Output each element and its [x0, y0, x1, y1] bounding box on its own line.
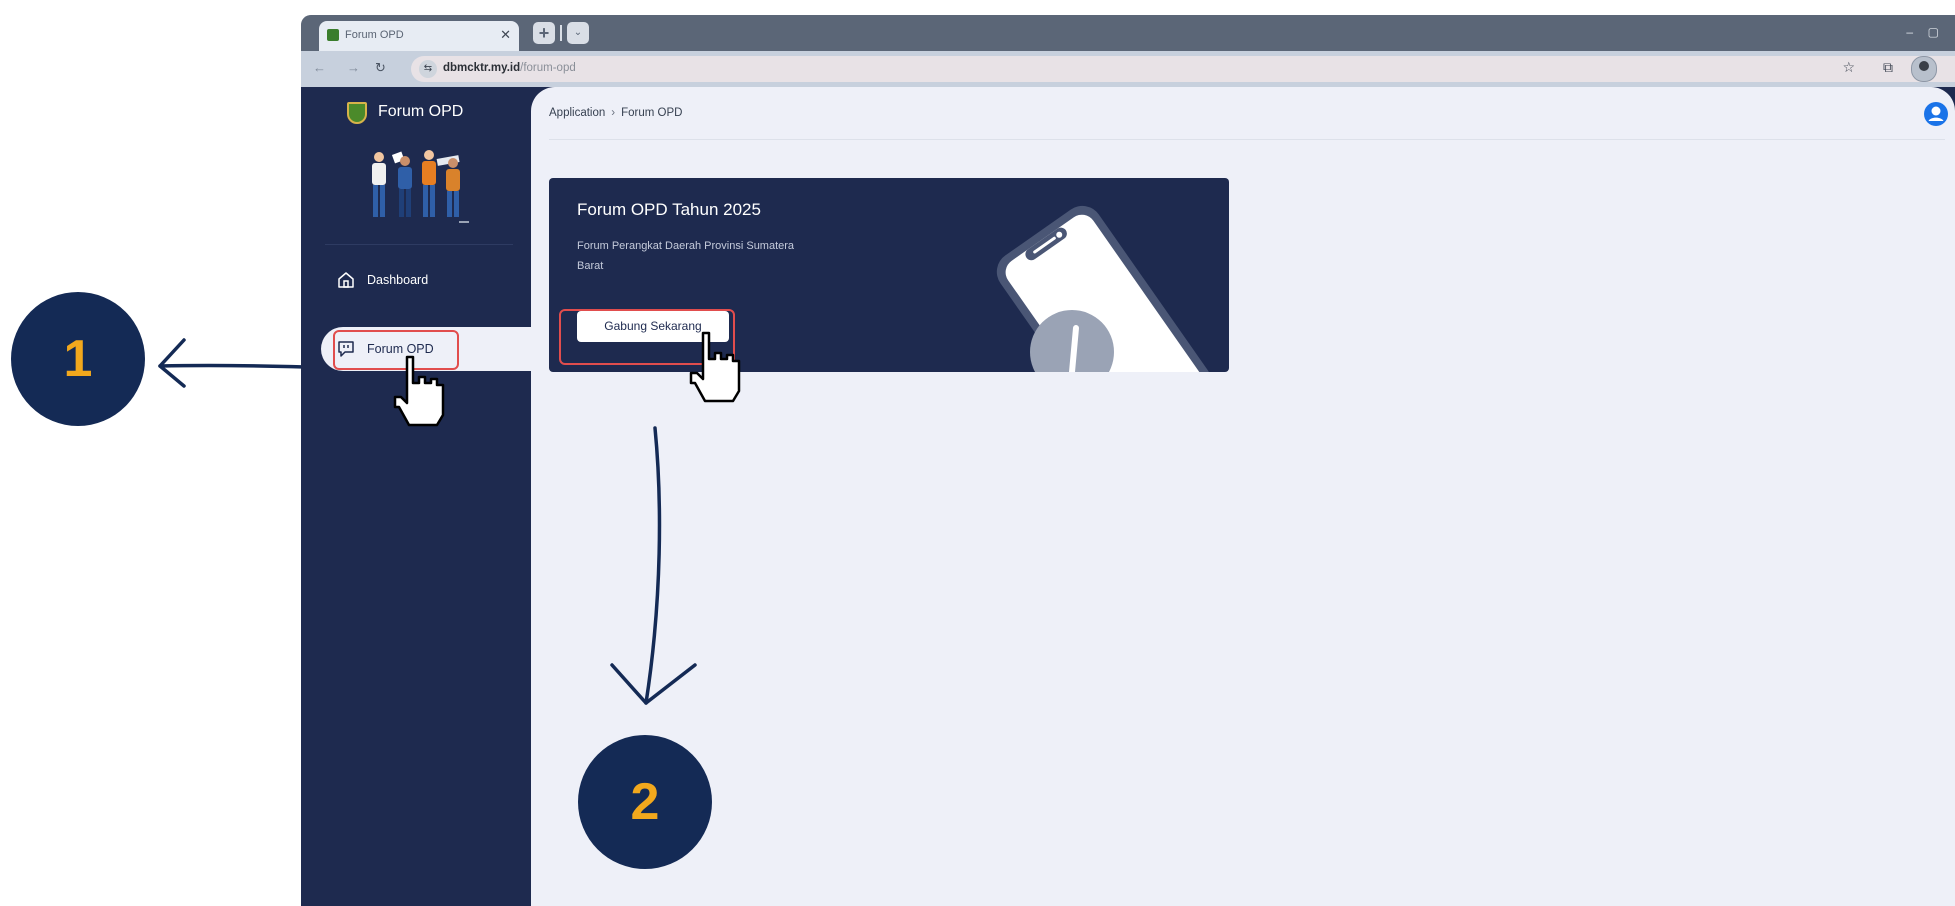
- site-info-icon[interactable]: ⇆: [419, 60, 437, 78]
- arrow-down-icon: [610, 426, 697, 705]
- forward-icon[interactable]: →: [347, 60, 360, 75]
- step-2-callout: 2: [578, 735, 712, 869]
- main-content: Application › Forum OPD Forum OPD Tahun 20…: [531, 87, 1955, 906]
- breadcrumb-application[interactable]: Application: [549, 107, 605, 119]
- arrow-to-forum-icon: [158, 338, 307, 388]
- step-2-number: 2: [630, 773, 660, 831]
- favicon-icon: [327, 29, 339, 41]
- team-illustration: [372, 150, 469, 223]
- hand-cursor-icon: [689, 331, 741, 403]
- hand-cursor-icon: [393, 355, 445, 427]
- phone-illustration: [996, 205, 1212, 372]
- tab-title: Forum OPD: [345, 29, 404, 41]
- bookmark-star-icon[interactable]: ☆: [1842, 59, 1855, 76]
- hero-title: Forum OPD Tahun 2025: [577, 200, 761, 219]
- url-text[interactable]: dbmcktr.my.id/forum-opd: [443, 62, 576, 74]
- browser-profile-avatar[interactable]: [1911, 56, 1937, 82]
- step-1-callout: 1: [11, 292, 145, 426]
- new-tab-button[interactable]: +: [533, 22, 555, 44]
- browser-toolbar: ← → ↻ ⇆ dbmcktr.my.id/forum-opd ☆ ⧉: [301, 51, 1955, 87]
- url-host: dbmcktr.my.id: [443, 62, 521, 74]
- breadcrumb: Application › Forum OPD: [549, 107, 682, 119]
- url-path: /forum-opd: [520, 62, 576, 74]
- brand-name: Forum OPD: [378, 103, 464, 120]
- hero-subtitle: Forum Perangkat Daerah Provinsi Sumatera…: [577, 240, 795, 272]
- breadcrumb-separator-icon: ›: [611, 107, 616, 119]
- sidebar: Forum OPD Dashboard Forum OPD: [301, 87, 531, 906]
- brand-logo: [347, 102, 367, 124]
- sidebar-divider: [325, 244, 513, 245]
- reload-icon[interactable]: ↻: [375, 60, 386, 76]
- extensions-icon[interactable]: ⧉: [1883, 59, 1893, 76]
- back-icon[interactable]: ←: [313, 60, 326, 75]
- minimize-icon[interactable]: –: [1906, 25, 1913, 39]
- sidebar-item-label: Dashboard: [367, 273, 429, 287]
- maximize-icon[interactable]: ▢: [1928, 25, 1939, 39]
- breadcrumb-forum-opd: Forum OPD: [621, 107, 683, 119]
- browser-window: Forum OPD ✕ + ⌄ – ▢ ← → ↻ ⇆ dbmcktr.my.i…: [301, 15, 1955, 906]
- user-account-icon[interactable]: [1923, 101, 1949, 127]
- app-viewport: Forum OPD Dashboard Forum OPD Applicatio…: [301, 87, 1955, 906]
- address-bar[interactable]: ⇆ dbmcktr.my.id/forum-opd: [411, 56, 1955, 82]
- header-divider: [549, 139, 1945, 140]
- tab-search-button[interactable]: ⌄: [567, 22, 589, 44]
- browser-tab[interactable]: Forum OPD ✕: [319, 21, 519, 51]
- step-1-number: 1: [63, 330, 93, 388]
- sidebar-item-dashboard[interactable]: Dashboard: [337, 264, 517, 296]
- home-icon: [338, 272, 354, 288]
- tab-close-icon[interactable]: ✕: [500, 27, 511, 43]
- tab-separator: [560, 25, 562, 41]
- tab-strip: Forum OPD ✕ + ⌄ – ▢: [301, 15, 1955, 51]
